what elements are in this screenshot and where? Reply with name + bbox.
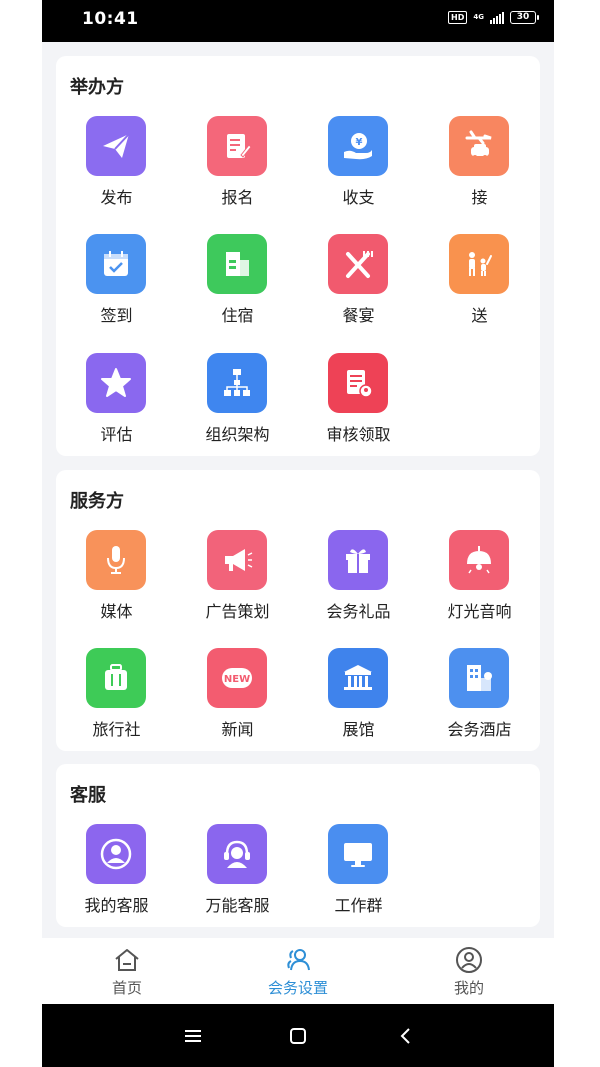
menu-item-label: 住宿 [221,306,254,325]
menu-item-my-service[interactable]: 我的客服 [56,824,177,924]
menu-item-pickup[interactable]: 接 [419,116,540,216]
menu-item-news[interactable]: NEW 新闻 [177,648,298,748]
tab-home[interactable]: 首页 [42,938,212,1004]
paper-plane-icon [86,116,146,176]
menu-item-register[interactable]: 报名 [177,116,298,216]
ceiling-lamp-icon [449,530,509,590]
signal-icon [490,11,504,24]
section-customer-service: 客服 我的客服 万能客服 工作群 [56,764,540,927]
menu-item-evaluate[interactable]: 评估 [56,353,177,453]
hd-badge: HD [448,11,468,24]
hotel-icon [449,648,509,708]
menu-item-label: 我的客服 [84,896,149,915]
menu-item-org-structure[interactable]: 组织架构 [177,353,298,453]
menu-item-label: 评估 [100,425,133,444]
megaphone-icon [207,530,267,590]
microphone-icon [86,530,146,590]
menu-item-label: 会务礼品 [326,602,391,621]
menu-item-universal-service[interactable]: 万能客服 [177,824,298,924]
new-badge-icon: NEW [207,648,267,708]
star-icon [86,353,146,413]
tab-label: 会务设置 [267,979,328,997]
menu-item-exhibition-hall[interactable]: 展馆 [298,648,419,748]
section-title: 客服 [70,785,106,806]
menu-item-work-group[interactable]: 工作群 [298,824,419,924]
menu-item-label: 灯光音响 [447,602,512,621]
section-title: 举办方 [70,77,124,98]
menu-item-label: 会务酒店 [447,720,512,739]
menu-icon[interactable] [178,1022,208,1050]
status-indicators: HD 4G 30 [448,11,539,24]
menu-item-label: 展馆 [342,720,375,739]
menu-item-gifts[interactable]: 会务礼品 [298,530,419,630]
menu-item-checkin[interactable]: 签到 [56,234,177,334]
section-title: 服务方 [70,491,124,512]
museum-icon [328,648,388,708]
suitcase-icon [86,648,146,708]
menu-item-media[interactable]: 媒体 [56,530,177,630]
menu-item-banquet[interactable]: 餐宴 [298,234,419,334]
menu-item-finance[interactable]: ¥ 收支 [298,116,419,216]
section-organizer: 举办方 发布 报名 ¥ 收支 接 签到 住宿 餐宴 送 评估 组织架构 审核领取 [56,56,540,456]
fork-knife-icon [328,234,388,294]
menu-item-label: 报名 [221,188,254,207]
bottom-tab-bar: 首页 会务设置 我的 [42,938,554,1004]
menu-item-label: 新闻 [221,720,254,739]
tab-label: 我的 [453,979,484,997]
menu-item-dropoff[interactable]: 送 [419,234,540,334]
people-wave-icon [449,234,509,294]
form-edit-icon [207,116,267,176]
menu-item-ad-planning[interactable]: 广告策划 [177,530,298,630]
system-nav-bar [42,1004,554,1067]
menu-item-travel-agency[interactable]: 旅行社 [56,648,177,748]
menu-item-label: 工作群 [334,896,383,915]
back-icon[interactable] [391,1022,421,1050]
battery-icon: 30 [510,11,539,24]
yuan-hand-icon: ¥ [328,116,388,176]
plane-car-icon [449,116,509,176]
people-icon [287,949,310,971]
menu-item-label: 签到 [100,306,133,325]
svg-text:NEW: NEW [224,674,250,685]
menu-item-label: 组织架构 [205,425,270,444]
menu-item-label: 接 [471,188,488,207]
menu-item-label: 广告策划 [205,602,270,621]
menu-item-conference-hotel[interactable]: 会务酒店 [419,648,540,748]
network-type: 4G [473,13,484,21]
menu-item-label: 发布 [100,188,133,207]
building-icon [207,234,267,294]
document-seal-icon [328,353,388,413]
menu-item-lighting-sound[interactable]: 灯光音响 [419,530,540,630]
menu-item-label: 审核领取 [326,425,391,444]
monitor-icon [328,824,388,884]
org-chart-icon [207,353,267,413]
app-screen: 10:41 HD 4G 30 举办方 发布 报名 ¥ 收支 接 签到 住宿 餐宴… [42,0,554,1067]
menu-item-lodging[interactable]: 住宿 [177,234,298,334]
menu-item-label: 媒体 [100,602,133,621]
tab-label: 首页 [111,979,142,997]
section-service-provider: 服务方 媒体 广告策划 会务礼品 灯光音响 旅行社 NEW 新闻 展馆 会务酒店 [56,470,540,751]
tab-mine[interactable]: 我的 [384,938,554,1004]
menu-item-review-collect[interactable]: 审核领取 [298,353,419,453]
home-button-icon[interactable] [283,1022,313,1050]
menu-item-label: 餐宴 [342,306,375,325]
status-time: 10:41 [82,9,139,29]
headset-agent-icon [207,824,267,884]
menu-item-label: 旅行社 [92,720,141,739]
menu-item-label: 送 [471,306,488,325]
profile-icon [456,947,482,973]
svg-text:¥: ¥ [356,137,363,148]
menu-item-label: 万能客服 [205,896,270,915]
calendar-check-icon [86,234,146,294]
status-bar: 10:41 HD 4G 30 [42,0,554,42]
home-icon [115,949,139,971]
gift-icon [328,530,388,590]
menu-item-label: 收支 [342,188,375,207]
user-circle-icon [86,824,146,884]
tab-conference-settings[interactable]: 会务设置 [213,938,383,1004]
menu-item-publish[interactable]: 发布 [56,116,177,216]
